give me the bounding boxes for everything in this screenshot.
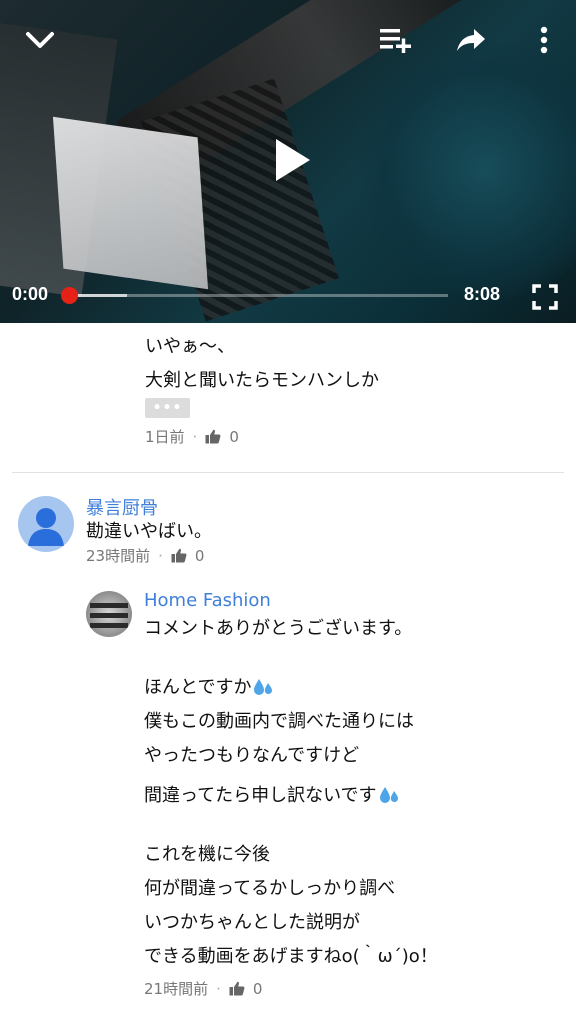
play-button[interactable] bbox=[260, 128, 324, 192]
comment-text: いやぁ〜、 大剣と聞いたらモンハンしか bbox=[145, 330, 379, 398]
thumbs-up-icon[interactable] bbox=[171, 548, 187, 563]
default-user-icon bbox=[28, 508, 64, 546]
comment-line: 僕もこの動画内で調べた通りには bbox=[144, 711, 414, 732]
comment-line: できる動画をあげますねo(｀ω´)o！ bbox=[144, 946, 438, 967]
separator-dot: · bbox=[158, 546, 163, 565]
sweat-drops-icon bbox=[254, 679, 273, 695]
avatar[interactable] bbox=[86, 591, 132, 637]
play-icon bbox=[276, 139, 310, 181]
comment-line: 大剣と聞いたらモンハンしか bbox=[145, 370, 379, 391]
comment-line: 間違ってたら申し訳ないです bbox=[144, 779, 438, 813]
comment-time: 21時間前 bbox=[144, 980, 209, 998]
comment-line: ほんとですか bbox=[144, 671, 438, 705]
more-vertical-icon bbox=[540, 26, 548, 54]
sweat-drops-icon bbox=[379, 787, 398, 803]
fullscreen-button[interactable] bbox=[528, 280, 562, 314]
current-time: 0:00 bbox=[12, 284, 49, 304]
like-count: 0 bbox=[229, 427, 239, 446]
separator-dot: · bbox=[192, 427, 198, 446]
separator-dot: · bbox=[216, 979, 221, 998]
more-options-button[interactable] bbox=[522, 18, 566, 62]
comment-time: 23時間前 bbox=[86, 547, 151, 565]
comment-line: これを機に今後 bbox=[144, 844, 270, 865]
comment-meta: 1日前 · 0 bbox=[145, 426, 239, 447]
comment-line: いやぁ〜、 bbox=[145, 336, 235, 357]
divider bbox=[12, 472, 564, 473]
fullscreen-icon bbox=[532, 284, 558, 310]
share-icon bbox=[457, 29, 485, 51]
progress-track[interactable] bbox=[70, 294, 448, 297]
buffered-bar bbox=[70, 294, 127, 297]
thumbs-up-icon[interactable] bbox=[205, 429, 221, 444]
video-frame-shape bbox=[52, 116, 209, 290]
comment-text: コメントありがとうございます。 ほんとですか 僕もこの動画内で調べた通りには や… bbox=[144, 612, 438, 974]
avatar-logo-mark bbox=[90, 623, 128, 628]
comment-line: 何が間違ってるかしっかり調べ bbox=[144, 878, 396, 899]
video-frame-glow bbox=[356, 40, 576, 300]
avatar[interactable] bbox=[18, 496, 74, 552]
read-more-button[interactable]: ••• bbox=[145, 398, 190, 418]
video-player[interactable]: 0:00 8:08 bbox=[0, 0, 576, 323]
avatar-logo-mark bbox=[90, 613, 128, 618]
comment-meta: 23時間前 · 0 bbox=[86, 545, 204, 566]
playlist-add-icon bbox=[380, 29, 411, 53]
comment-line: やったつもりなんですけど bbox=[144, 745, 360, 766]
share-button[interactable] bbox=[449, 18, 493, 62]
like-count: 0 bbox=[252, 979, 263, 998]
comment-time: 1日前 bbox=[145, 428, 185, 446]
add-to-queue-button[interactable] bbox=[374, 18, 418, 62]
scrubber-handle[interactable] bbox=[61, 287, 78, 304]
comment-text: 勘違いやばい。 bbox=[86, 521, 212, 542]
comment-line: いつかちゃんとした説明が bbox=[144, 912, 360, 933]
comment-author[interactable]: Home Fashion bbox=[144, 590, 271, 611]
duration-time: 8:08 bbox=[464, 284, 501, 304]
chevron-down-icon bbox=[26, 32, 54, 48]
like-count: 0 bbox=[194, 546, 205, 565]
comment-line: コメントありがとうございます。 bbox=[144, 618, 413, 639]
thumbs-up-icon[interactable] bbox=[229, 981, 245, 996]
comment-meta: 21時間前 · 0 bbox=[144, 978, 262, 999]
avatar-logo-mark bbox=[90, 603, 128, 608]
collapse-button[interactable] bbox=[18, 18, 62, 62]
